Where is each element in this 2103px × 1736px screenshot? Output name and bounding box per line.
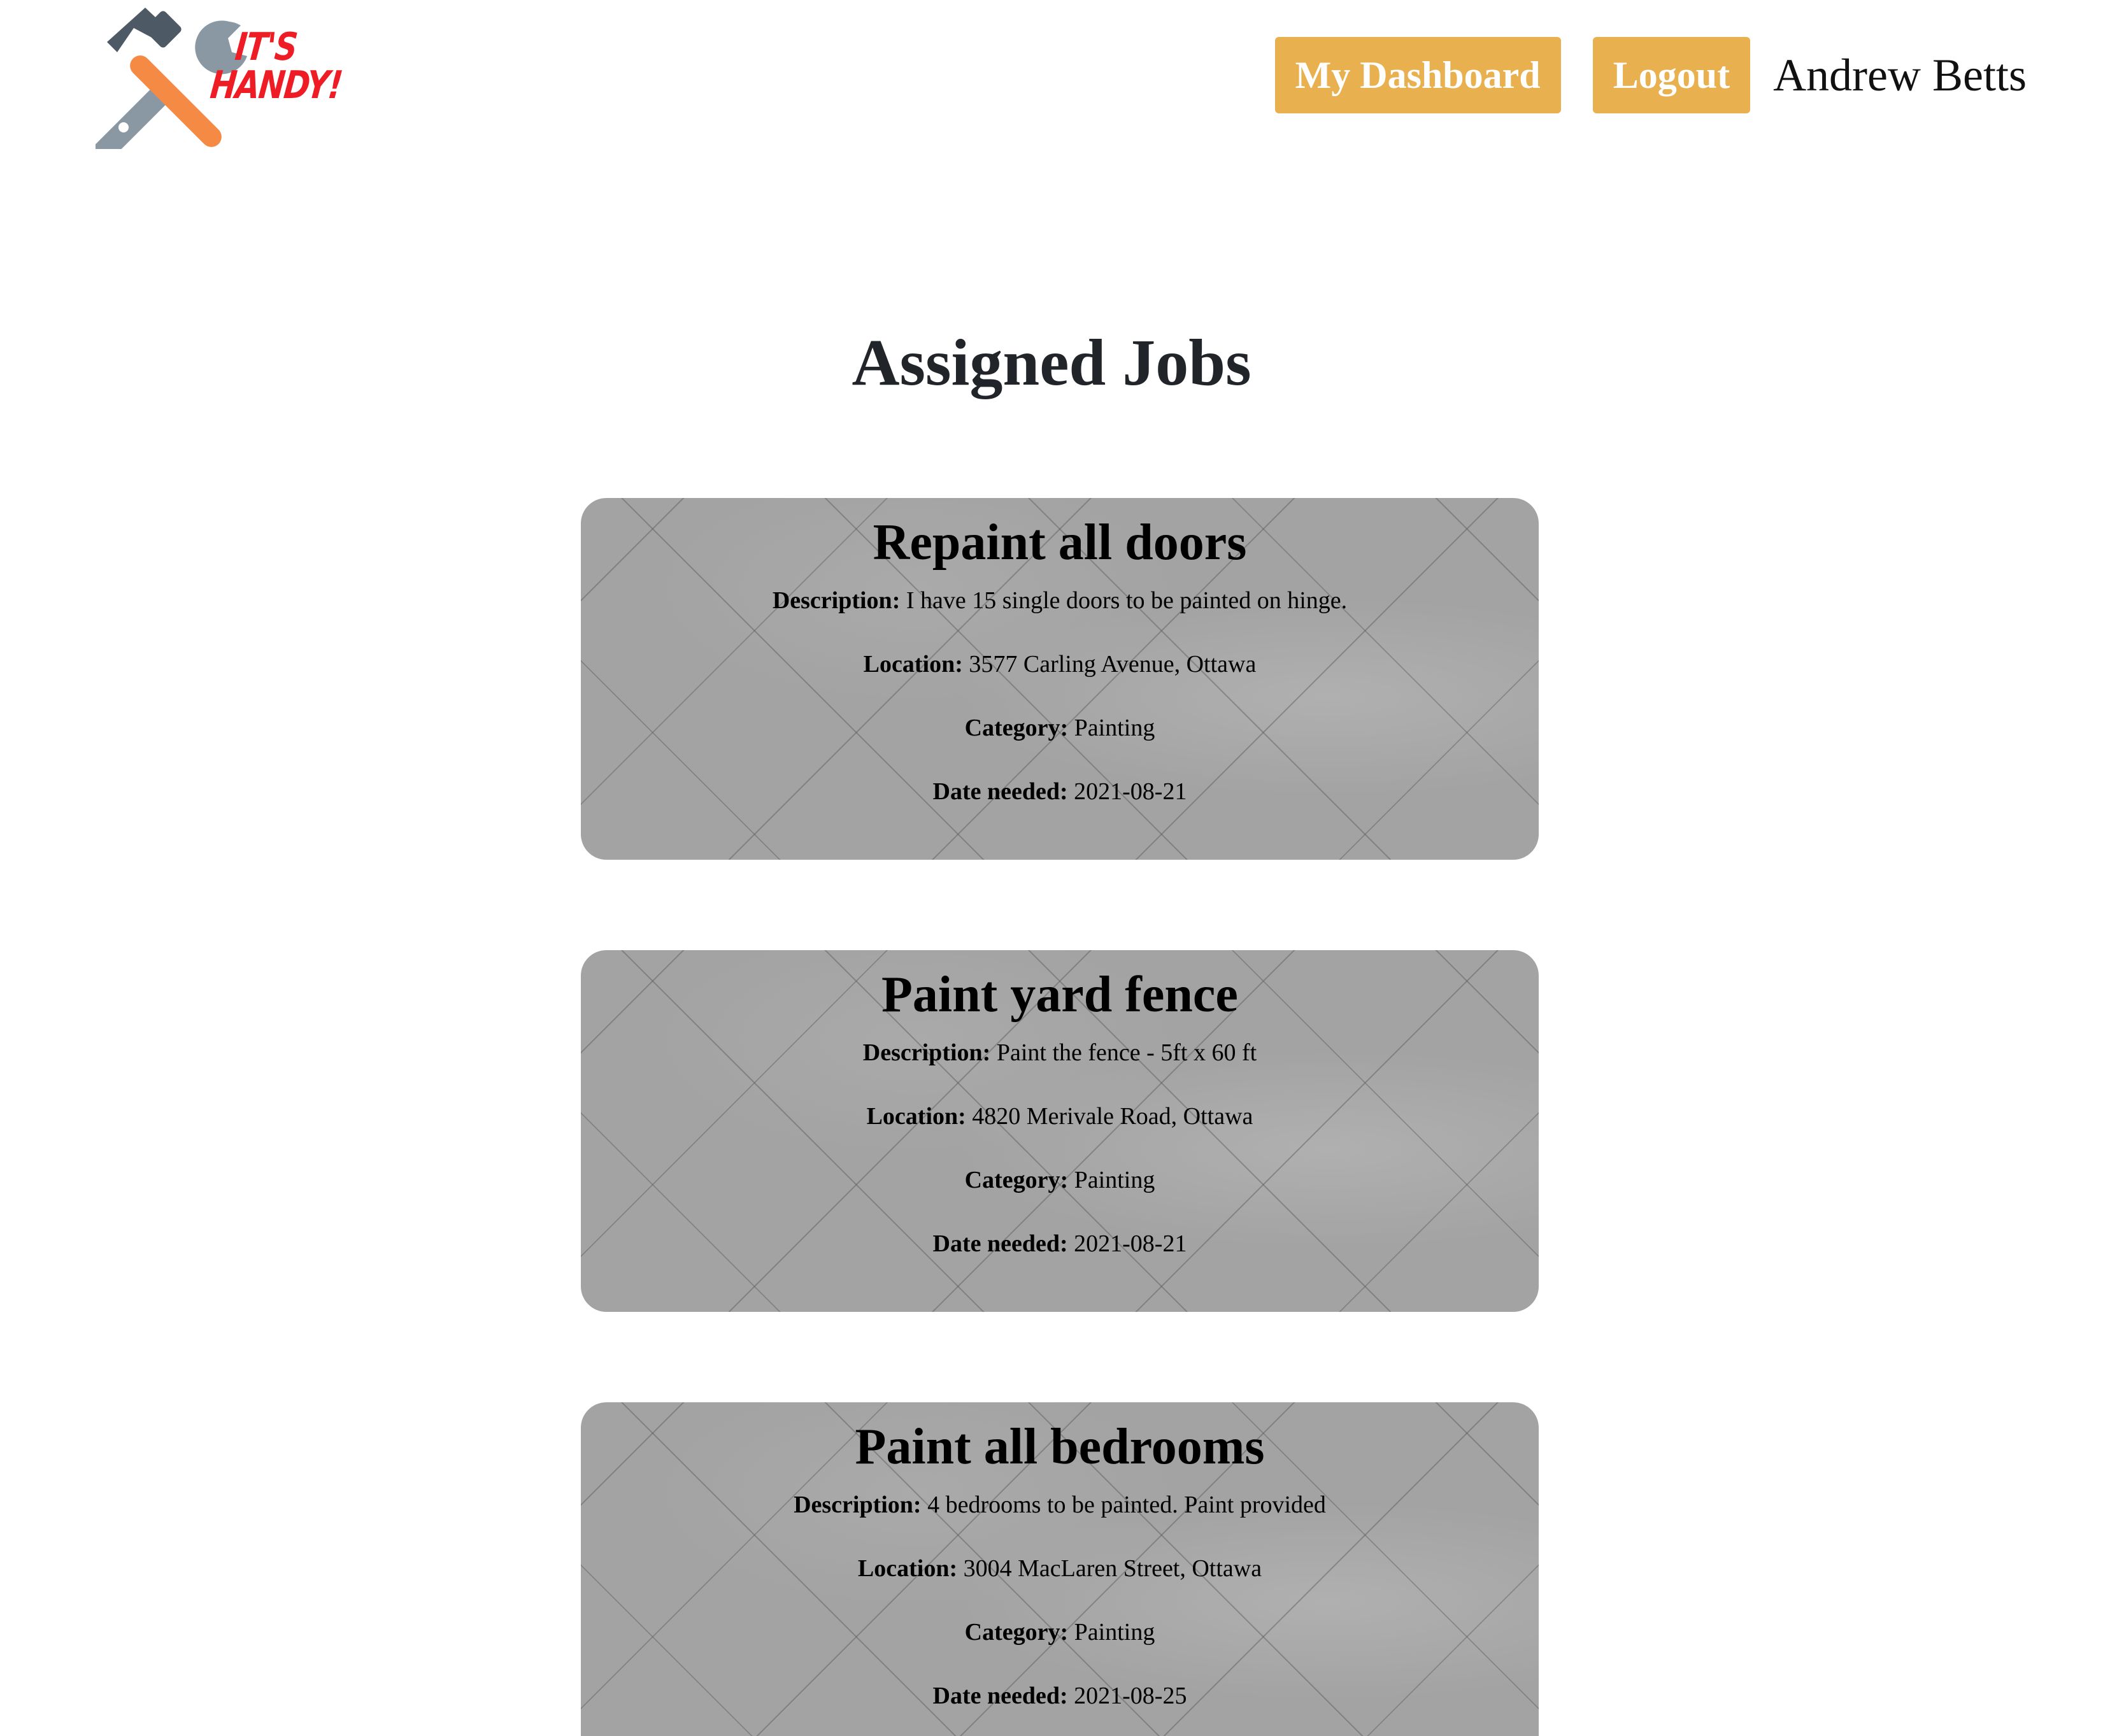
nav-actions: My Dashboard Logout Andrew Betts (1274, 37, 2027, 113)
job-date-needed: Date needed: 2021-08-25 (581, 1681, 1539, 1711)
job-category: Category: Painting (581, 1165, 1539, 1195)
description-label: Description: (862, 1039, 991, 1066)
category-value: Painting (1074, 715, 1155, 741)
my-dashboard-button[interactable]: My Dashboard (1274, 37, 1561, 113)
job-card[interactable]: Paint yard fence Description: Paint the … (581, 950, 1539, 1312)
location-label: Location: (857, 1555, 958, 1582)
site-logo[interactable]: IT'S HANDY! (96, 3, 369, 149)
job-location: Location: 3577 Carling Avenue, Ottawa (581, 650, 1539, 679)
category-label: Category: (964, 1619, 1069, 1646)
category-label: Category: (964, 1167, 1069, 1193)
date-needed-value: 2021-08-25 (1074, 1683, 1187, 1709)
page: IT'S HANDY! My Dashboard Logout Andrew B… (0, 0, 2103, 1736)
date-needed-label: Date needed: (932, 1230, 1068, 1257)
user-name: Andrew Betts (1773, 49, 2027, 101)
job-category: Category: Painting (581, 713, 1539, 743)
description-label: Description: (772, 587, 901, 614)
date-needed-value: 2021-08-21 (1074, 778, 1187, 805)
description-value: 4 bedrooms to be painted. Paint provided (927, 1491, 1326, 1518)
description-value: Paint the fence - 5ft x 60 ft (996, 1039, 1257, 1066)
job-description: Description: I have 15 single doors to b… (581, 586, 1539, 615)
logo-text: IT'S HANDY! (208, 25, 347, 108)
job-description: Description: Paint the fence - 5ft x 60 … (581, 1038, 1539, 1067)
logout-button[interactable]: Logout (1592, 37, 1751, 113)
job-category: Category: Painting (581, 1618, 1539, 1647)
description-value: I have 15 single doors to be painted on … (906, 587, 1348, 614)
category-value: Painting (1074, 1167, 1155, 1193)
job-location: Location: 4820 Merivale Road, Ottawa (581, 1102, 1539, 1131)
job-location: Location: 3004 MacLaren Street, Ottawa (581, 1554, 1539, 1583)
location-value: 4820 Merivale Road, Ottawa (972, 1103, 1253, 1130)
date-needed-label: Date needed: (932, 1683, 1068, 1709)
location-label: Location: (866, 1103, 966, 1130)
location-value: 3577 Carling Avenue, Ottawa (969, 651, 1257, 678)
page-title: Assigned Jobs (852, 326, 1251, 399)
job-card[interactable]: Paint all bedrooms Description: 4 bedroo… (581, 1402, 1539, 1736)
logo-text-line2: HANDY! (208, 63, 344, 108)
description-label: Description: (794, 1491, 922, 1518)
navbar: IT'S HANDY! My Dashboard Logout Andrew B… (0, 0, 2103, 153)
job-title: Repaint all doors (873, 515, 1247, 571)
logo-text-line1: IT'S (232, 25, 299, 69)
job-description: Description: 4 bedrooms to be painted. P… (581, 1490, 1539, 1519)
location-label: Location: (863, 651, 963, 678)
job-card[interactable]: Repaint all doors Description: I have 15… (581, 498, 1539, 860)
category-value: Painting (1074, 1619, 1155, 1646)
job-date-needed: Date needed: 2021-08-21 (581, 777, 1539, 806)
date-needed-value: 2021-08-21 (1074, 1230, 1187, 1257)
job-date-needed: Date needed: 2021-08-21 (581, 1229, 1539, 1258)
location-value: 3004 MacLaren Street, Ottawa (963, 1555, 1262, 1582)
job-title: Paint yard fence (881, 967, 1238, 1023)
date-needed-label: Date needed: (932, 778, 1068, 805)
category-label: Category: (964, 715, 1069, 741)
job-title: Paint all bedrooms (855, 1419, 1265, 1475)
